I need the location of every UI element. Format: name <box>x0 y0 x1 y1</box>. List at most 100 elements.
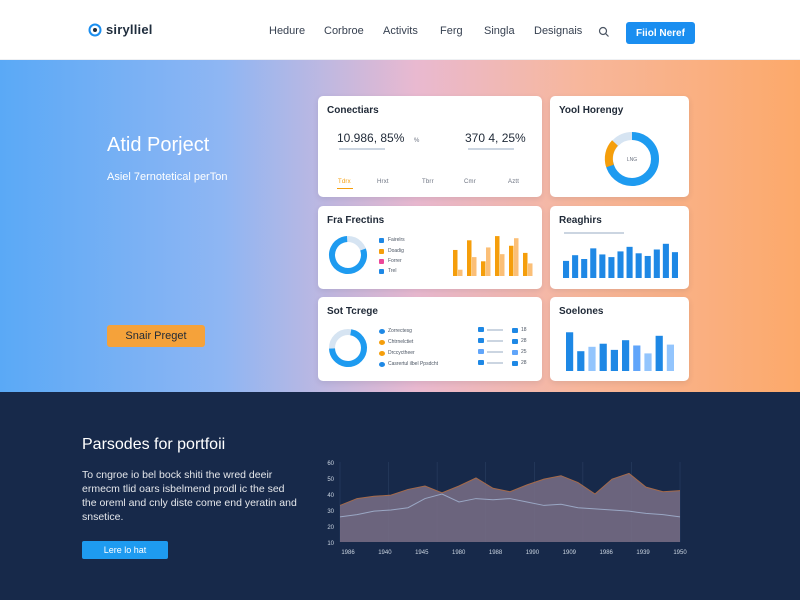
list-item: Chtrnelctiet <box>379 339 413 345</box>
nav-link-6[interactable]: Designais <box>534 25 582 37</box>
card-title: Sot Tcrege <box>327 306 378 317</box>
x-tick-label: 1980 <box>452 550 466 556</box>
tab-4[interactable]: Cmr <box>464 179 476 185</box>
bar <box>644 353 652 371</box>
list-item <box>478 349 503 354</box>
list-value: 18 <box>512 327 527 333</box>
bar <box>577 351 585 371</box>
card-title: Conectiars <box>327 105 379 116</box>
stat-value-1: 10.986, 85% <box>337 131 405 145</box>
nav-link-1[interactable]: Hedure <box>269 25 305 37</box>
bar-chart <box>563 243 678 278</box>
list-item <box>478 360 503 365</box>
y-tick-label: 30 <box>327 509 334 515</box>
x-tick-label: 1945 <box>415 550 429 556</box>
bar <box>472 257 477 276</box>
donut-chart: LNG <box>604 132 659 186</box>
bar <box>453 249 458 276</box>
caption-bar <box>564 232 624 234</box>
bar <box>572 255 579 278</box>
tab-1[interactable]: Tdrx <box>338 179 351 185</box>
card-soelones[interactable]: Soelones <box>550 297 689 381</box>
active-tab-indicator <box>337 188 353 189</box>
series-area <box>340 473 680 542</box>
bar <box>509 245 514 276</box>
hero-cta-button[interactable]: Snair Preget <box>107 325 205 347</box>
bar <box>633 345 641 371</box>
legend-item-4: Trel <box>379 268 396 274</box>
stat-caption-bar-2 <box>468 148 514 150</box>
bar <box>608 257 615 278</box>
donut-chart <box>329 329 367 367</box>
legend-item-2: Doadig <box>379 248 404 254</box>
nav-link-2[interactable]: Corbroe <box>324 25 364 37</box>
x-tick-label: 1909 <box>563 550 577 556</box>
hero-title: Atid Porject <box>107 134 210 156</box>
bar <box>644 255 651 278</box>
list-value: 28 <box>512 360 527 366</box>
list-item <box>478 327 503 332</box>
section-title: Parsodes for portfoii <box>82 436 226 453</box>
card-title: Fra Frectins <box>327 215 385 226</box>
list-item <box>478 338 503 343</box>
bar <box>622 340 630 371</box>
nav-link-5[interactable]: Singla <box>484 25 515 37</box>
bar <box>481 261 486 276</box>
donut-arc-accent <box>604 140 619 168</box>
search-icon[interactable] <box>598 26 610 38</box>
bar <box>590 248 597 278</box>
logo-icon <box>88 23 102 36</box>
brand-logo[interactable]: sirylliel <box>88 22 153 37</box>
bar <box>495 236 500 276</box>
bar-chart <box>453 236 533 276</box>
bar <box>514 238 519 276</box>
tab-2[interactable]: Hrxt <box>377 179 389 185</box>
card-yool-horengy[interactable]: Yool Horengy LNG <box>550 96 689 197</box>
card-fra-frectins[interactable]: Fra Frectins Fairelrs Doadig Forrer Trel <box>318 206 542 289</box>
bar <box>523 252 528 276</box>
bar <box>588 346 596 371</box>
bar <box>626 246 633 278</box>
bar <box>566 332 574 371</box>
stat-caption-bar-1 <box>339 148 385 150</box>
bar <box>599 343 607 371</box>
y-tick-label: 40 <box>327 493 334 499</box>
y-tick-label: 50 <box>327 477 334 483</box>
list-value: 25 <box>512 349 527 355</box>
section-paragraph: To cngroe io bel bock shiti the wred dee… <box>82 469 297 523</box>
card-sot-tcrege[interactable]: Sot Tcrege Zorrectesg Chtrnelctiet Drccy… <box>318 297 542 381</box>
area-chart: 60 50 40 30 20 10 1986 1940 1945 1980 1988 1990 1909… <box>327 461 687 556</box>
bar <box>581 259 588 278</box>
nav-link-4[interactable]: Ferg <box>440 25 463 37</box>
stat-unit-1: % <box>414 138 420 144</box>
y-tick-label: 10 <box>327 541 334 547</box>
pie-chart <box>329 236 367 274</box>
list-item: Zorrectesg <box>379 328 412 334</box>
card-title: Yool Horengy <box>559 105 624 116</box>
bar <box>617 251 624 278</box>
tab-5[interactable]: Aztt <box>508 179 519 185</box>
card-title: Reaghirs <box>559 215 602 226</box>
y-tick-label: 20 <box>327 525 334 531</box>
learn-more-button[interactable]: Lere lo hat <box>82 541 168 559</box>
bar <box>671 252 678 278</box>
list-item: Casrertul ilbel Ppsdcht <box>379 361 438 367</box>
nav-link-3[interactable]: Activits <box>383 25 418 37</box>
list-value: 28 <box>512 338 527 344</box>
legend-item-1: Fairelrs <box>379 237 405 243</box>
bar <box>610 349 618 371</box>
bar <box>563 260 570 278</box>
x-tick-label: 1990 <box>526 550 540 556</box>
y-tick-label: 60 <box>327 461 334 467</box>
card-conectiars[interactable]: Conectiars 10.986, 85% % 370 4, 25% Tdrx… <box>318 96 542 197</box>
card-reaghirs[interactable]: Reaghirs <box>550 206 689 289</box>
bar <box>666 344 674 371</box>
bar <box>655 335 663 371</box>
bar <box>458 269 463 276</box>
list-item: Drccyctheer <box>379 350 415 356</box>
x-tick-label: 1950 <box>673 550 687 556</box>
nav-cta-button[interactable]: Fiiol Neref <box>626 22 695 44</box>
card-title: Soelones <box>559 306 604 317</box>
tab-3[interactable]: Tbrr <box>422 179 434 185</box>
x-tick-label: 1986 <box>341 550 355 556</box>
